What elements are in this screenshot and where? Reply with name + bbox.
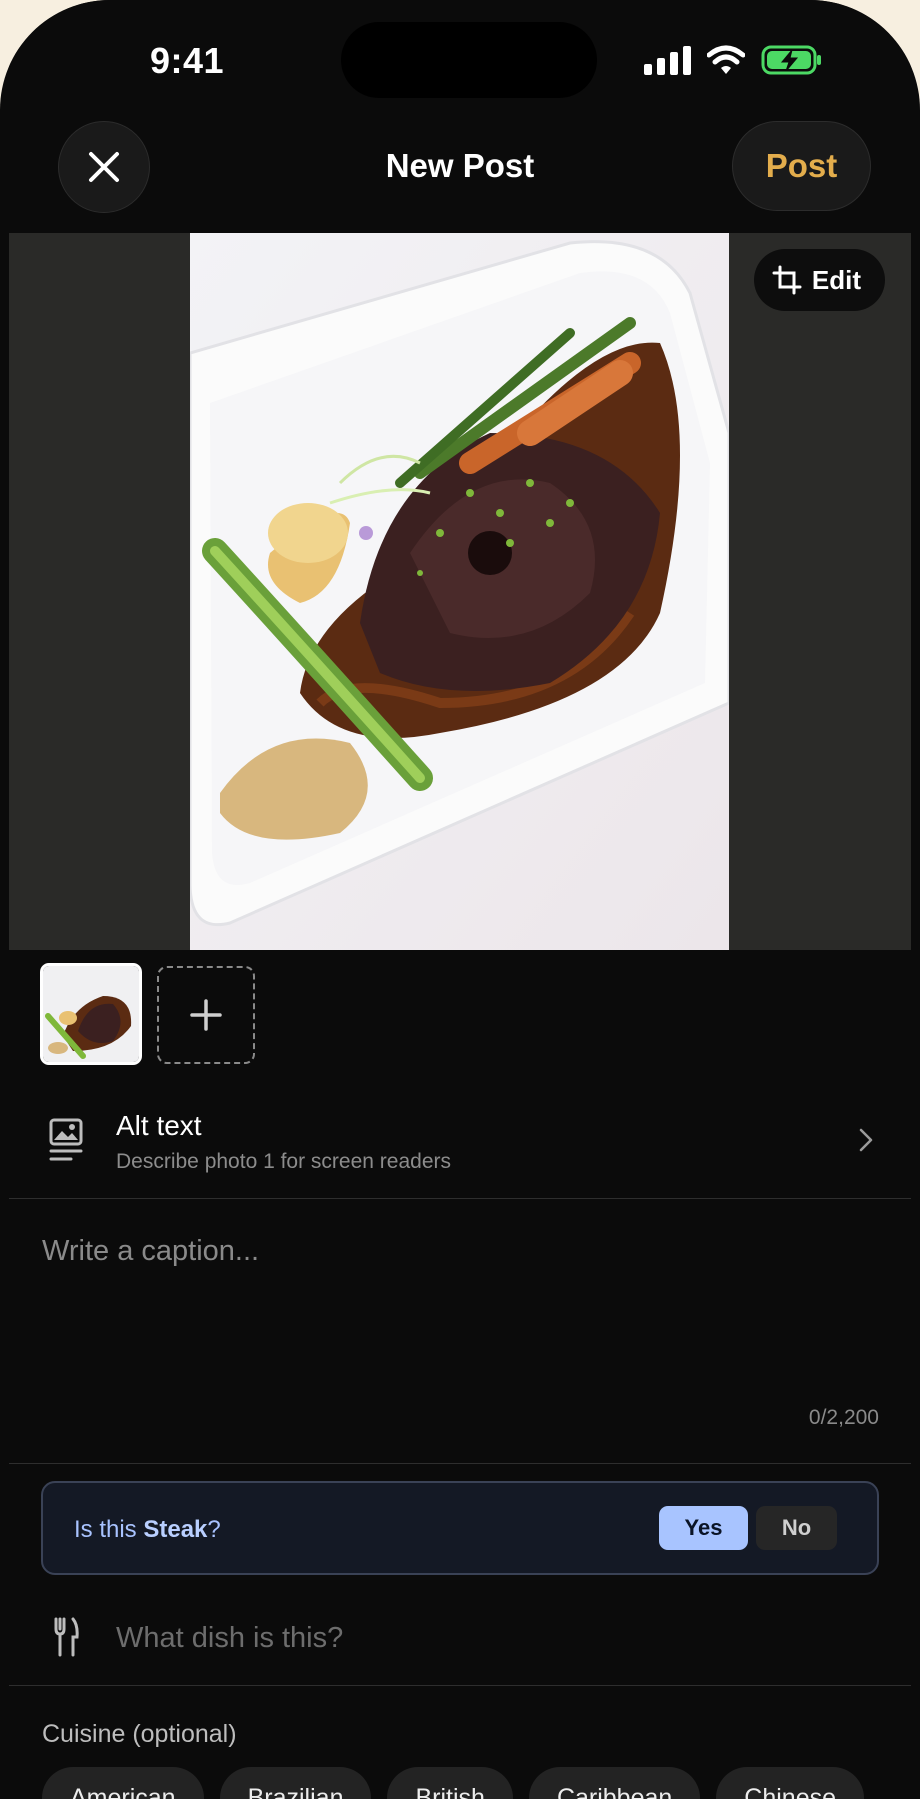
- cuisine-chip[interactable]: Chinese: [716, 1767, 865, 1799]
- caption-input[interactable]: [9, 1199, 911, 1463]
- status-time: 9:41: [150, 40, 225, 81]
- new-post-screen: 9:41 New Post Post Edit Alt text Describ…: [9, 0, 911, 1799]
- edit-photo-button[interactable]: Edit: [753, 249, 885, 311]
- cuisine-chips: American Brazilian British Caribbean Chi…: [42, 1767, 865, 1799]
- chevron-right-icon: [859, 1128, 873, 1152]
- divider: [9, 1685, 911, 1686]
- photo-preview: Edit: [9, 233, 911, 950]
- alt-text-subtitle: Describe photo 1 for screen readers: [116, 1150, 452, 1173]
- food-photo: [190, 233, 729, 950]
- plus-icon: [190, 999, 222, 1031]
- post-button[interactable]: Post: [732, 121, 871, 211]
- battery-charging-icon: [761, 45, 821, 75]
- divider: [9, 1463, 911, 1464]
- dynamic-island: [341, 22, 597, 98]
- yes-button[interactable]: Yes: [659, 1506, 748, 1550]
- edit-label: Edit: [811, 264, 861, 295]
- dish-suggestion-banner: Is this Steak? Yes No: [41, 1481, 879, 1575]
- add-photo-button[interactable]: [157, 966, 255, 1064]
- caption-char-count: 0/2,200: [808, 1406, 879, 1429]
- cuisine-chip[interactable]: Caribbean: [528, 1767, 701, 1799]
- suggestion-question: Is this Steak?: [74, 1516, 221, 1543]
- alt-text-title: Alt text: [116, 1110, 202, 1141]
- cuisine-label: Cuisine (optional): [42, 1720, 237, 1748]
- photo-thumbnail[interactable]: [40, 963, 142, 1065]
- cuisine-chip[interactable]: American: [42, 1767, 204, 1799]
- fork-knife-icon: [54, 1617, 79, 1657]
- cuisine-chip[interactable]: British: [387, 1767, 513, 1799]
- status-icons: [644, 42, 823, 78]
- cuisine-chip[interactable]: Brazilian: [219, 1767, 372, 1799]
- crop-icon: [772, 265, 802, 295]
- suggested-dish: Steak: [143, 1516, 208, 1543]
- image-description-icon: [49, 1118, 83, 1161]
- dish-name-input[interactable]: [116, 1613, 796, 1663]
- no-button[interactable]: No: [756, 1506, 837, 1550]
- wifi-icon: [707, 45, 745, 74]
- cellular-signal-icon: [644, 45, 691, 75]
- alt-text-row[interactable]: Alt text Describe photo 1 for screen rea…: [9, 1090, 911, 1198]
- dish-row: [9, 1595, 911, 1685]
- phone-frame: 9:41 New Post Post Edit Alt text Describ…: [0, 0, 920, 1799]
